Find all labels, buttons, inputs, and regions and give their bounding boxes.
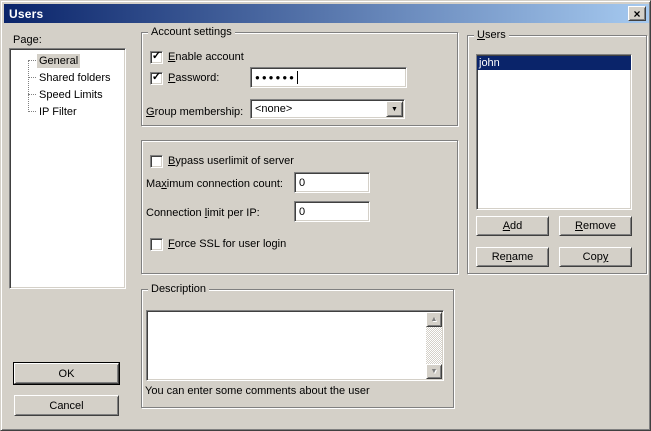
tree-item-label: IP Filter bbox=[37, 105, 79, 119]
remove-button[interactable]: Remove bbox=[559, 216, 632, 236]
force-ssl-label: Force SSL for user login bbox=[168, 238, 286, 250]
tree-item-shared-folders[interactable]: Shared folders bbox=[10, 69, 125, 86]
cancel-button[interactable]: Cancel bbox=[14, 395, 119, 416]
users-group-title: Users bbox=[474, 29, 509, 42]
tree-item-label: Shared folders bbox=[37, 71, 113, 85]
account-settings-group-title: Account settings bbox=[148, 26, 235, 39]
close-button[interactable]: × bbox=[628, 6, 646, 21]
force-ssl-checkbox-row[interactable]: Force SSL for user login bbox=[150, 237, 286, 251]
scrollbar-track[interactable] bbox=[426, 327, 442, 364]
password-checkbox[interactable] bbox=[150, 72, 163, 85]
connection-limit-per-ip-label: Connection limit per IP: bbox=[146, 207, 260, 219]
scroll-up-button[interactable]: ▲ bbox=[426, 312, 442, 327]
connection-limits-group: Bypass userlimit of server Maximum conne… bbox=[141, 140, 458, 274]
title-bar[interactable]: Users bbox=[4, 4, 649, 23]
users-listbox[interactable]: john bbox=[476, 54, 632, 210]
bypass-userlimit-checkbox[interactable] bbox=[150, 155, 163, 168]
dropdown-button[interactable]: ▼ bbox=[386, 101, 403, 117]
password-checkbox-row[interactable]: Password: bbox=[150, 71, 219, 85]
tree-item-speed-limits[interactable]: Speed Limits bbox=[10, 86, 125, 103]
group-membership-dropdown[interactable]: <none> ▼ bbox=[250, 99, 405, 119]
copy-button[interactable]: Copy bbox=[559, 247, 632, 267]
add-button[interactable]: Add bbox=[476, 216, 549, 236]
account-settings-group: Account settings Enable account Password… bbox=[141, 32, 458, 126]
ok-button[interactable]: OK bbox=[14, 363, 119, 384]
enable-account-checkbox[interactable] bbox=[150, 51, 163, 64]
page-tree: General Shared folders Speed Limits IP F… bbox=[9, 48, 126, 289]
users-group: Users john Add Remove Rename Copy bbox=[467, 35, 647, 274]
user-list-item[interactable]: john bbox=[477, 56, 631, 70]
cancel-button-label: Cancel bbox=[49, 400, 83, 412]
tree-item-label: Speed Limits bbox=[37, 88, 105, 102]
enable-account-checkbox-row[interactable]: Enable account bbox=[150, 50, 244, 64]
connection-limit-per-ip-input[interactable]: 0 bbox=[294, 201, 370, 222]
group-membership-label: Group membership: bbox=[146, 106, 243, 118]
bypass-userlimit-label: Bypass userlimit of server bbox=[168, 155, 294, 167]
rename-button[interactable]: Rename bbox=[476, 247, 549, 267]
scroll-up-icon: ▲ bbox=[431, 316, 438, 323]
page-label: Page: bbox=[13, 34, 42, 46]
bypass-userlimit-checkbox-row[interactable]: Bypass userlimit of server bbox=[150, 154, 294, 168]
description-group-title: Description bbox=[148, 283, 209, 296]
description-group: Description ▲ ▼ You can enter some comme… bbox=[141, 289, 454, 408]
force-ssl-checkbox[interactable] bbox=[150, 238, 163, 251]
close-icon: × bbox=[633, 9, 640, 19]
connection-limit-per-ip-value: 0 bbox=[299, 206, 305, 218]
group-membership-selected-value: <none> bbox=[255, 103, 292, 115]
password-label: Password: bbox=[168, 72, 219, 84]
tree-item-general[interactable]: General bbox=[10, 52, 125, 69]
tree-item-label: General bbox=[37, 54, 80, 68]
description-textarea[interactable]: ▲ ▼ bbox=[146, 310, 444, 381]
description-scrollbar[interactable]: ▲ ▼ bbox=[426, 312, 442, 379]
password-input[interactable]: ●●●●●● bbox=[250, 67, 407, 88]
max-connection-count-input[interactable]: 0 bbox=[294, 172, 370, 193]
users-dialog: Users × Page: General Shared folders Spe… bbox=[0, 0, 651, 431]
window-title: Users bbox=[9, 7, 43, 21]
scroll-down-button[interactable]: ▼ bbox=[426, 364, 442, 379]
description-hint: You can enter some comments about the us… bbox=[145, 385, 370, 397]
password-masked-value: ●●●●●● bbox=[255, 71, 296, 84]
enable-account-label: Enable account bbox=[168, 51, 244, 63]
scroll-down-icon: ▼ bbox=[431, 368, 438, 375]
ok-button-label: OK bbox=[59, 368, 75, 380]
tree-item-ip-filter[interactable]: IP Filter bbox=[10, 103, 125, 120]
text-caret bbox=[297, 71, 298, 84]
max-connection-count-value: 0 bbox=[299, 177, 305, 189]
max-connection-count-label: Maximum connection count: bbox=[146, 178, 283, 190]
chevron-down-icon: ▼ bbox=[391, 106, 398, 113]
user-name: john bbox=[479, 57, 500, 69]
